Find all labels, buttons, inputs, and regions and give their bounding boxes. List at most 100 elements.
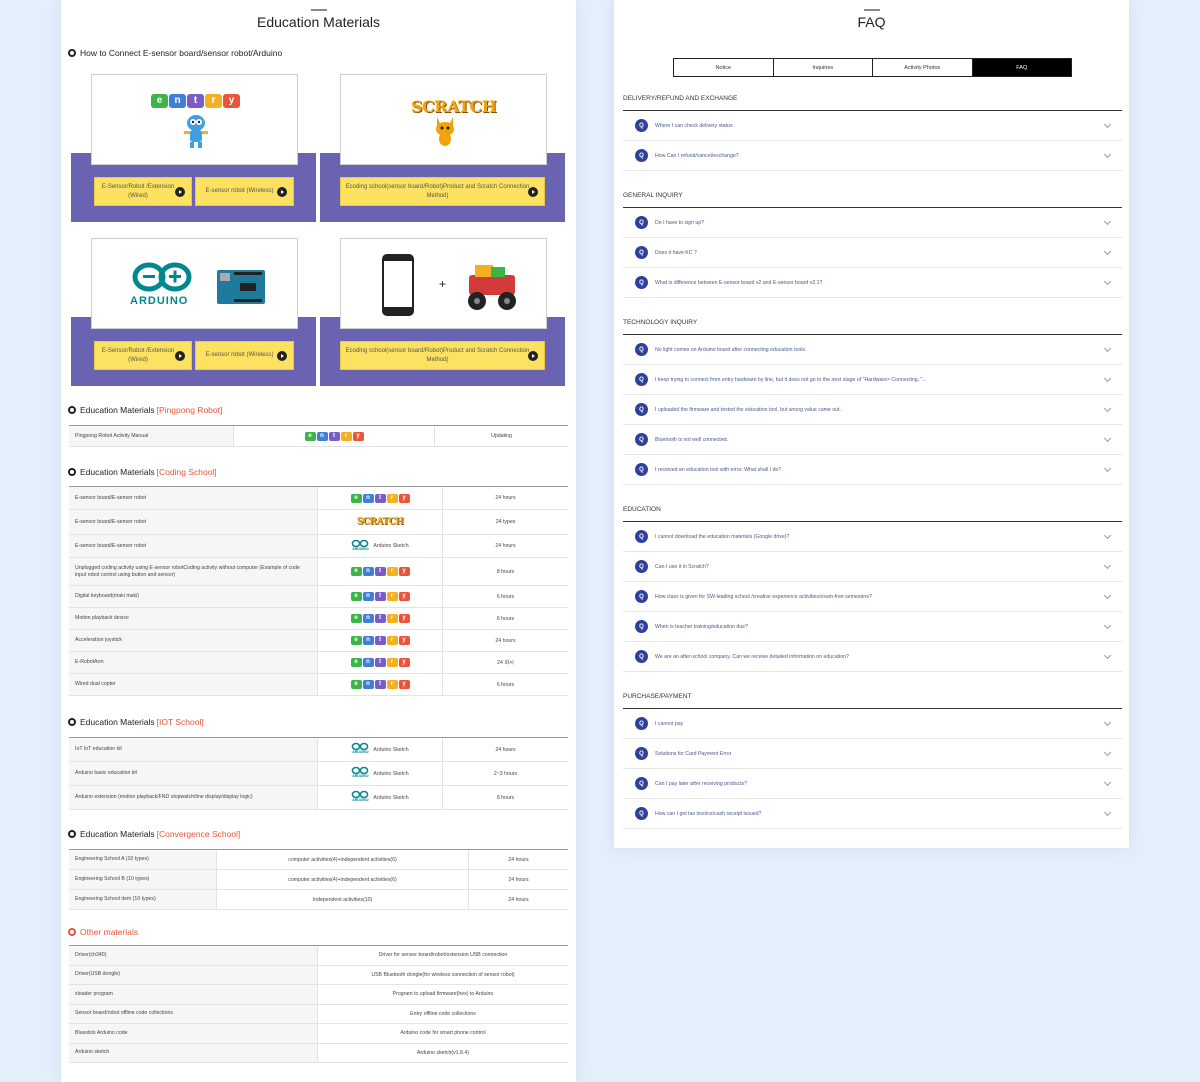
q-badge-icon: Q bbox=[635, 807, 648, 820]
entry-wireless-button[interactable]: E-sensor robot (Wireless) bbox=[195, 177, 294, 206]
q-badge-icon: Q bbox=[635, 373, 648, 386]
row-value: 24 hours bbox=[508, 856, 529, 863]
tab-inquiries[interactable]: Inquiries bbox=[774, 59, 873, 76]
faq-question[interactable]: Q Where I can check delivery status bbox=[623, 111, 1122, 141]
entry-letter: n bbox=[362, 592, 374, 601]
faq-question[interactable]: Q I received an education tool with error… bbox=[623, 455, 1122, 485]
entry-letter: y bbox=[352, 431, 364, 441]
tool-cell: entry bbox=[318, 487, 443, 509]
section-tag: [Convergence School] bbox=[156, 829, 241, 839]
row-name: E-sensor board/E-sensor robot bbox=[69, 510, 318, 534]
tab-notice[interactable]: Notice bbox=[674, 59, 774, 76]
play-icon bbox=[528, 351, 538, 361]
faq-category: DELIVERY/REFUND AND EXCHANGE Q Where I can… bbox=[623, 95, 1122, 171]
q-badge-icon: Q bbox=[635, 246, 648, 259]
arduino-wired-button[interactable]: E-Sensor/Robot /Extension (Wired) bbox=[94, 341, 192, 370]
entry-logo: entry bbox=[151, 94, 240, 108]
row-name: Arduino extension (motion playback/FND s… bbox=[69, 786, 318, 809]
faq-question[interactable]: Q What is difference between E-sensor boa… bbox=[623, 268, 1122, 298]
pingpong-table: Pingpong Robot Activity Manual e n t r y Updat… bbox=[69, 425, 568, 447]
question-text: I cannot pay bbox=[655, 720, 684, 727]
chevron-down-icon bbox=[1103, 591, 1112, 600]
category-title: TECHNOLOGY INQUIRY bbox=[623, 319, 1122, 335]
entry-letter: t bbox=[328, 431, 340, 441]
entry-letter: n bbox=[362, 658, 374, 667]
question-text: I received an education tool with error.… bbox=[655, 466, 782, 473]
row-description: Entry offline code collections bbox=[410, 1010, 476, 1017]
entry-letter: e bbox=[350, 658, 362, 667]
category-title: PURCHASE/PAYMENT bbox=[623, 693, 1122, 709]
entry-letter: y bbox=[223, 94, 240, 108]
table-row: Arduino sketch Arduino sketch(v1.8.4) bbox=[69, 1043, 568, 1063]
row-value: 24 hours bbox=[495, 495, 516, 501]
entry-letter: e bbox=[350, 592, 362, 601]
faq-question[interactable]: Q Bluetooth is not well connected. bbox=[623, 425, 1122, 455]
tool-label: Arduino Sketch bbox=[373, 770, 409, 777]
entry-logo: entry bbox=[350, 680, 410, 689]
row-activities: computer activities(4)+independent activ… bbox=[217, 850, 469, 869]
entry-card-image: entry bbox=[91, 74, 298, 165]
faq-question[interactable]: Q How can I get tax invoice/cash receipt … bbox=[623, 799, 1122, 829]
arduino-wireless-button[interactable]: E-sensor robot (Wireless) bbox=[195, 341, 294, 370]
faq-question[interactable]: Q Does it have KC ? bbox=[623, 238, 1122, 268]
robot-car-icon bbox=[468, 265, 516, 310]
faq-question[interactable]: Q Can I use it in Scratch? bbox=[623, 552, 1122, 582]
section-label: Education Materials bbox=[80, 717, 155, 727]
faq-question[interactable]: Q Solutions for Card Payment Error bbox=[623, 739, 1122, 769]
button-label: E-Sensor/Robot /Extension (Wired) bbox=[101, 347, 175, 363]
faq-question[interactable]: Q Do I have to sign up? bbox=[623, 208, 1122, 238]
row-name: E-sensor board/E-sensor robot bbox=[69, 535, 318, 557]
row-value: 8 hours bbox=[496, 568, 515, 575]
device-connection-button[interactable]: Ecoding school(sensor board/Robot)Produc… bbox=[340, 341, 545, 370]
entry-logo: entry bbox=[350, 636, 410, 645]
question-text: What is difference between E-sensor boar… bbox=[655, 279, 823, 286]
row-value: 24 types bbox=[495, 519, 516, 525]
tool-cell: entry bbox=[318, 608, 443, 629]
faq-question[interactable]: Q I uploaded the firmware and tested the … bbox=[623, 395, 1122, 425]
scratch-cat-icon bbox=[436, 117, 454, 146]
table-row: Engineering School B (10 types) computer … bbox=[69, 870, 568, 890]
convergence-heading: Education Materials [Convergence School] bbox=[68, 829, 240, 839]
entry-letter: n bbox=[362, 567, 374, 576]
row-name: Motion playback device bbox=[69, 608, 318, 629]
table-row: Pingpong Robot Activity Manual e n t r y Updat… bbox=[69, 426, 568, 447]
entry-letter: y bbox=[398, 636, 410, 645]
entry-mascot-icon bbox=[184, 115, 208, 148]
entry-wired-button[interactable]: E-Sensor/Robot /Extension (Wired) bbox=[94, 177, 192, 206]
table-row: Sensor board/robot offline code collecti… bbox=[69, 1004, 568, 1024]
chevron-down-icon bbox=[1103, 404, 1112, 413]
scratch-connection-button[interactable]: Ecoding school(sensor board/Robot)Produc… bbox=[340, 177, 545, 206]
row-value: 6 hours bbox=[496, 794, 515, 801]
question-text: We are an after-school company. Can we r… bbox=[655, 653, 849, 660]
scratch-logo: SCRATCH bbox=[356, 517, 404, 527]
faq-question[interactable]: Q How class is given for SW-leading schoo… bbox=[623, 582, 1122, 612]
faq-question[interactable]: Q Can I pay later after receiving product… bbox=[623, 769, 1122, 799]
tool-cell: SCRATCH bbox=[318, 510, 443, 534]
q-badge-icon: Q bbox=[635, 343, 648, 356]
table-row: E-sensor board/E-sensor robot SCRATCH 24 t… bbox=[69, 510, 568, 535]
faq-question[interactable]: Q I keep trying to connect from entry har… bbox=[623, 365, 1122, 395]
entry-letter: n bbox=[362, 493, 374, 503]
table-row: Arduino basic education kit ARDUINO Arduin… bbox=[69, 762, 568, 786]
faq-question[interactable]: Q When is teacher training/education due? bbox=[623, 612, 1122, 642]
bullet-icon bbox=[68, 718, 76, 726]
faq-question[interactable]: Q I cannot download the education materia… bbox=[623, 522, 1122, 552]
faq-question[interactable]: Q We are an after-school company. Can we … bbox=[623, 642, 1122, 672]
faq-question[interactable]: Q No light comes on Arduino board after c… bbox=[623, 335, 1122, 365]
question-text: Do I have to sign up? bbox=[655, 219, 705, 226]
entry-logo: entry bbox=[350, 658, 410, 667]
scratch-logo: SCRATCH bbox=[411, 97, 497, 116]
entry-letter: y bbox=[398, 493, 410, 503]
chevron-down-icon bbox=[1103, 120, 1112, 129]
entry-letter: r bbox=[386, 658, 398, 667]
section-label: Education Materials bbox=[80, 467, 155, 477]
faq-question[interactable]: Q I cannot pay bbox=[623, 709, 1122, 739]
q-badge-icon: Q bbox=[635, 433, 648, 446]
entry-letter: e bbox=[350, 636, 362, 645]
question-text: Can I pay later after receiving products… bbox=[655, 780, 747, 787]
tab-faq[interactable]: FAQ bbox=[972, 59, 1071, 76]
tab-activity-photos[interactable]: Activity Photos bbox=[873, 59, 973, 76]
entry-letter: e bbox=[350, 614, 362, 623]
faq-question[interactable]: Q How Can I refund/cancel/exchange? bbox=[623, 141, 1122, 171]
tool-cell: entry bbox=[234, 426, 435, 446]
